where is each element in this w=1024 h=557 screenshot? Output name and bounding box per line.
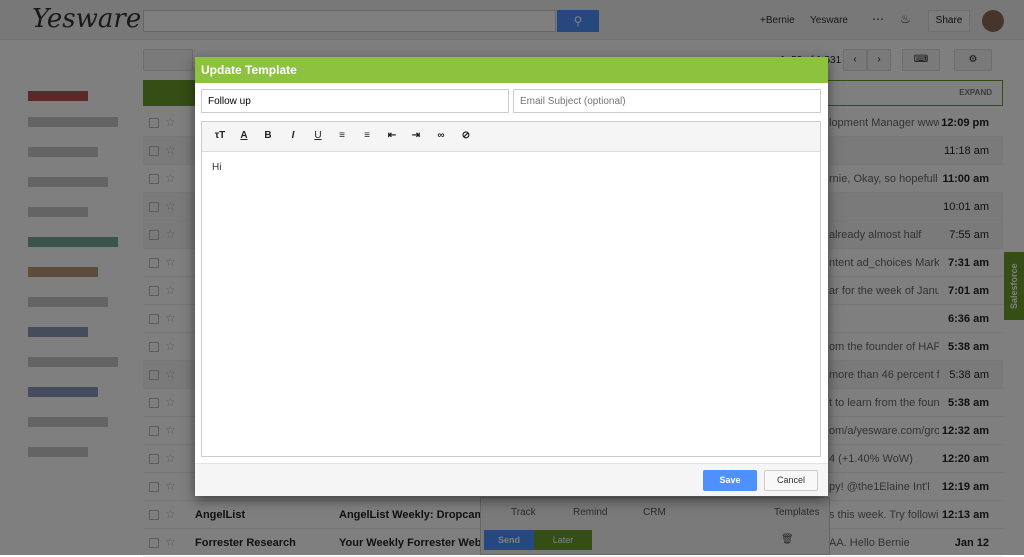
dialog-footer: Save Cancel — [195, 463, 828, 496]
numbered-list-icon[interactable]: ≡ — [334, 130, 350, 141]
update-template-dialog: Update Template τT A B I U ≡ ≡ ⇤ ⇥ ∞ ⊘ H… — [195, 57, 828, 496]
bold-icon[interactable]: B — [260, 130, 276, 141]
link-icon[interactable]: ∞ — [433, 130, 449, 141]
italic-icon[interactable]: I — [285, 130, 301, 141]
email-subject-input[interactable] — [513, 89, 821, 113]
editor-body[interactable]: Hi — [202, 152, 820, 183]
text-color-icon[interactable]: A — [236, 130, 252, 141]
indent-more-icon[interactable]: ⇥ — [408, 130, 424, 141]
cancel-button[interactable]: Cancel — [764, 470, 818, 491]
underline-icon[interactable]: U — [310, 130, 326, 141]
template-name-input[interactable] — [201, 89, 509, 113]
save-button[interactable]: Save — [703, 470, 757, 491]
dialog-title: Update Template — [195, 57, 828, 83]
editor-toolbar: τT A B I U ≡ ≡ ⇤ ⇥ ∞ ⊘ — [202, 122, 820, 152]
template-editor[interactable]: τT A B I U ≡ ≡ ⇤ ⇥ ∞ ⊘ Hi — [201, 121, 821, 457]
indent-less-icon[interactable]: ⇤ — [384, 130, 400, 141]
font-size-icon[interactable]: τT — [212, 130, 228, 141]
unlink-icon[interactable]: ⊘ — [458, 130, 474, 141]
bulleted-list-icon[interactable]: ≡ — [359, 130, 375, 141]
